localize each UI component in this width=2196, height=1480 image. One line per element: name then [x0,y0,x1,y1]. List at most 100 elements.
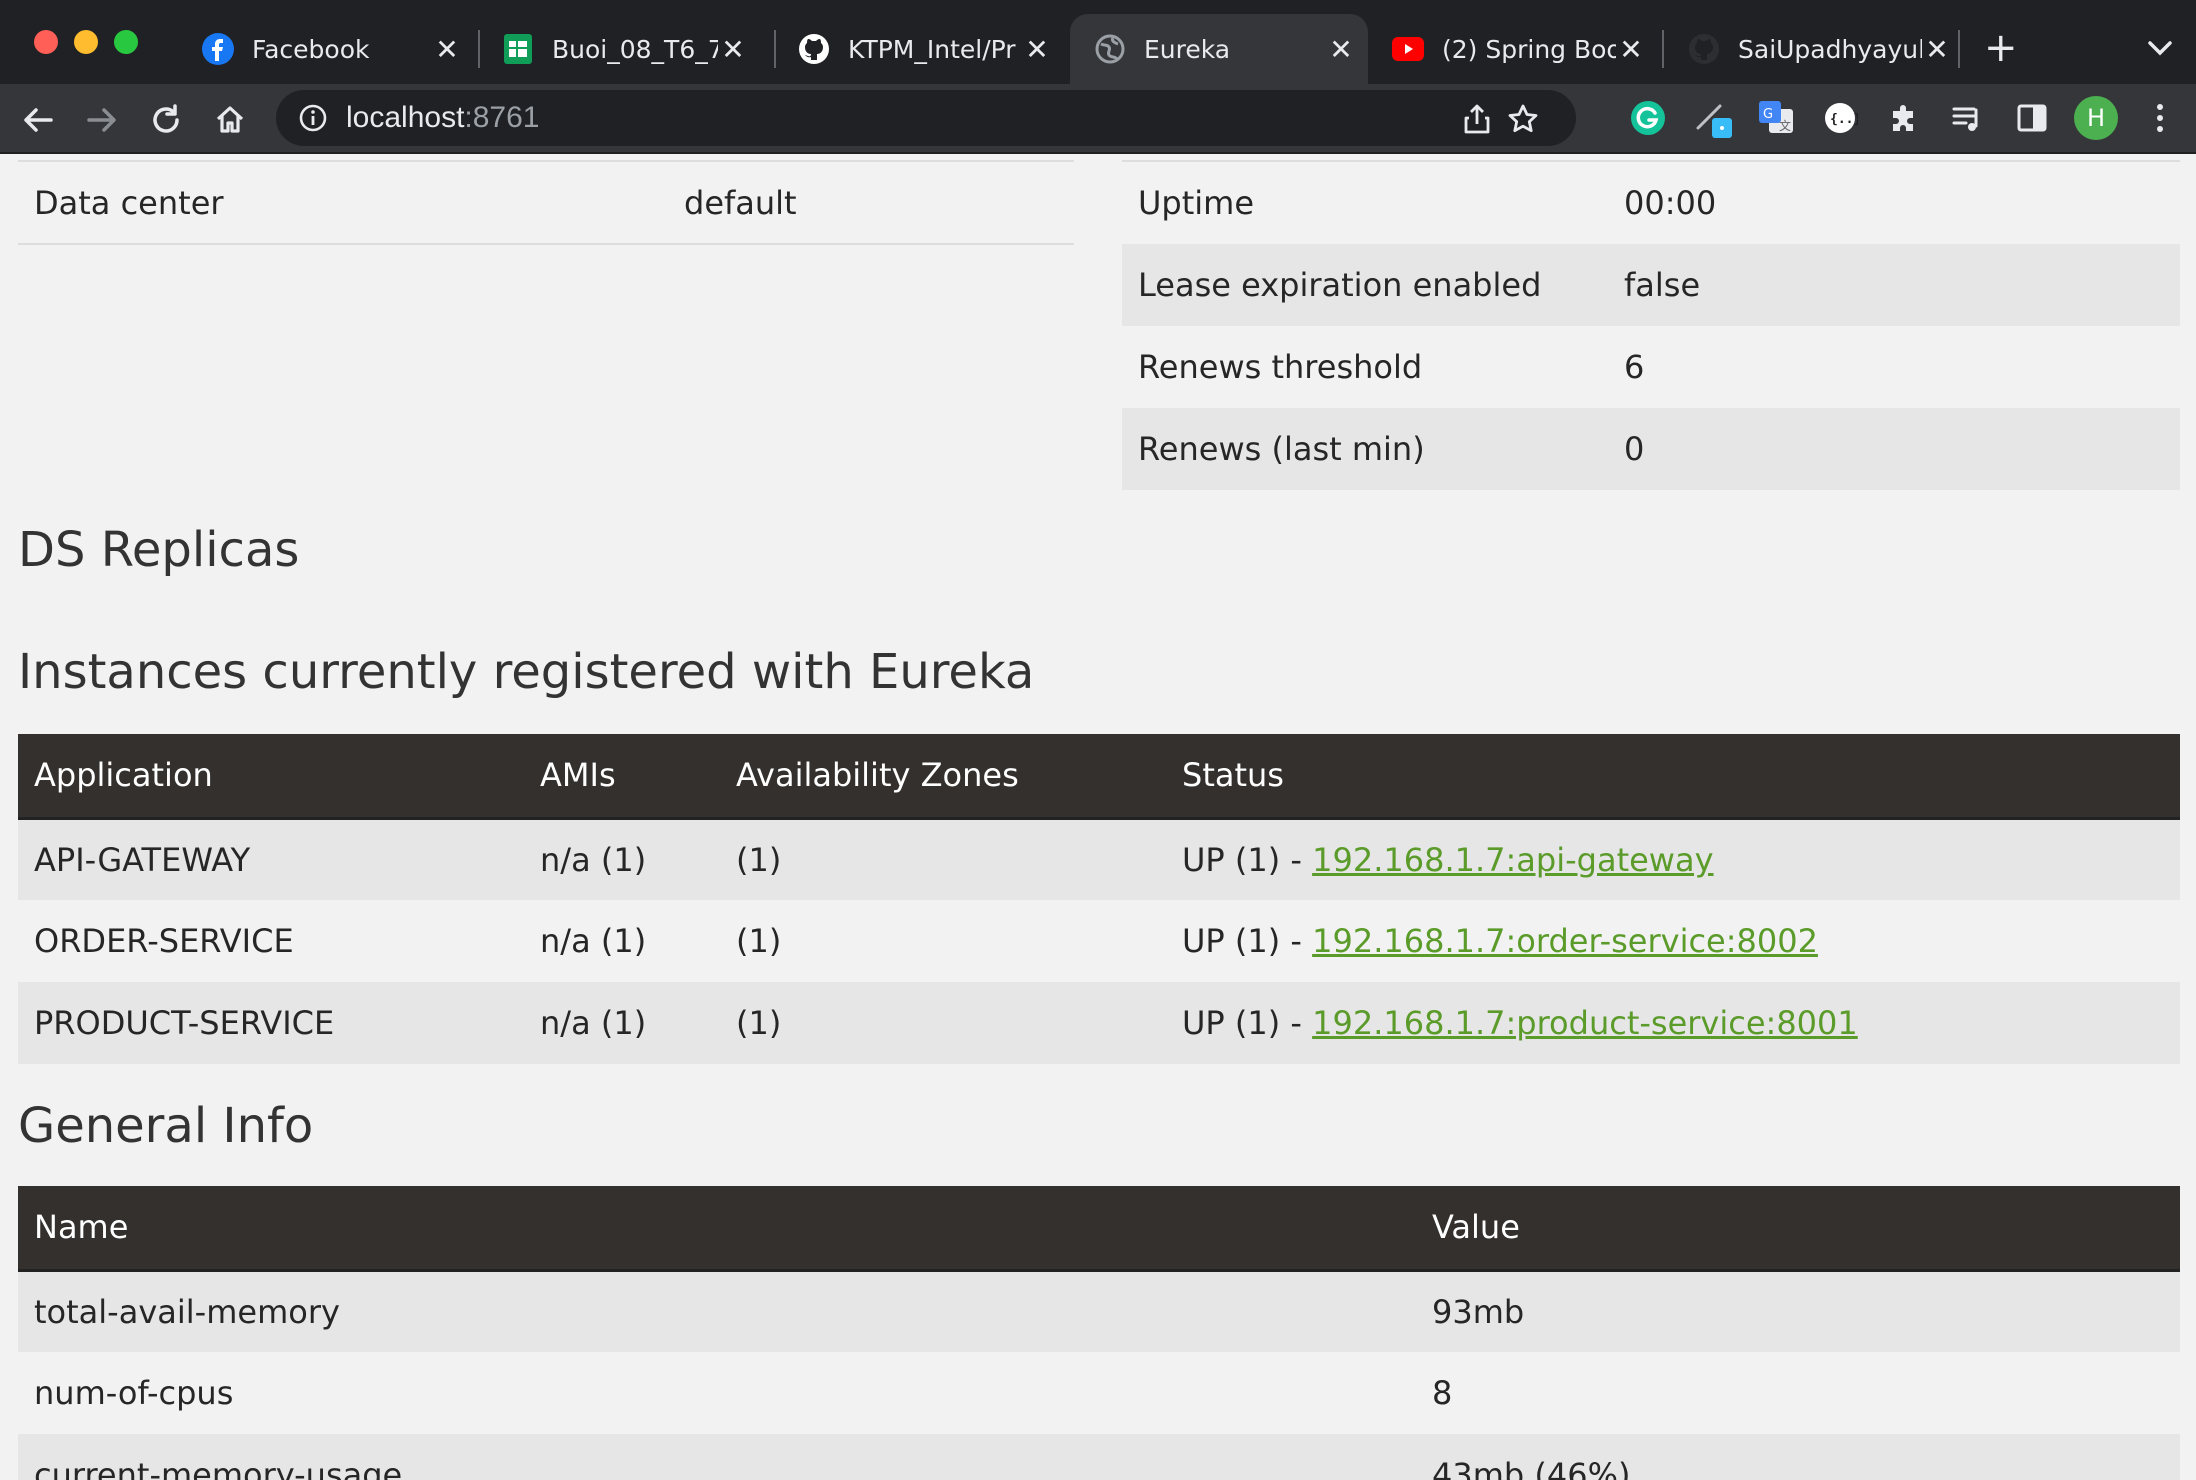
system-status-left-table: Data center default [18,162,1074,245]
svg-text:文: 文 [1779,118,1791,133]
zones-cell: (1) [720,982,1166,1064]
facebook-icon [202,33,234,65]
status-prefix: UP (1) - [1182,840,1313,879]
code-extension-icon[interactable]: {..} [1820,98,1860,138]
application-cell: API-GATEWAY [18,818,524,900]
table-row: Lease expiration enabled false [1122,244,2180,326]
status-prefix: UP (1) - [1182,922,1313,960]
zones-cell: (1) [720,900,1166,982]
status-value: 0 [1624,430,1645,468]
amis-cell: n/a (1) [524,818,720,900]
status-value: default [684,183,797,222]
info-value: 43mb (46%) [1416,1434,2180,1480]
column-header: AMIs [524,734,720,820]
status-value: false [1624,266,1701,304]
google-sheets-icon [502,33,534,65]
table-row: Data center default [18,162,1074,244]
table-row: Uptime 00:00 [1122,162,2180,244]
svg-text:G: G [1763,107,1773,122]
status-prefix: UP (1) - [1182,1004,1313,1042]
arrow-right-icon [87,108,116,132]
info-name: num-of-cpus [18,1352,1416,1434]
tab-google-sheets[interactable]: Buoi_08_T6_7 ✕ [478,14,760,84]
info-name: current-memory-usage [18,1434,1416,1480]
close-tab-icon[interactable]: ✕ [718,33,748,66]
extensions-puzzle-icon[interactable] [1884,98,1924,138]
column-header: Status [1166,734,2180,820]
status-cell: UP (1) - 192.168.1.7:product-service:800… [1166,982,2180,1064]
info-value: 93mb [1416,1270,2180,1352]
close-tab-icon[interactable]: ✕ [1616,33,1646,66]
tab-title: SaiUpadhyayul [1738,34,1922,64]
address-bar[interactable]: localhost:8761 [276,90,1576,146]
general-info-table: Name Value total-avail-memory 93mb num-o… [18,1186,2180,1480]
profile-initial: H [2086,104,2106,132]
tab-youtube[interactable]: (2) Spring Boo ✕ [1368,14,1658,84]
reload-button[interactable] [146,100,186,140]
reload-icon [153,104,179,133]
amis-cell: n/a (1) [524,982,720,1064]
google-translate-icon[interactable]: G文 [1756,98,1796,138]
instance-link[interactable]: 192.168.1.7:order-service:8002 [1312,922,1818,960]
site-info-icon[interactable] [298,103,328,133]
maximize-window-button[interactable] [114,30,138,54]
status-value: 00:00 [1624,184,1717,222]
status-name: Renews (last min) [1138,430,1425,468]
table-row: Renews (last min) 0 [1122,408,2180,490]
tab-eureka[interactable]: Eureka ✕ [1070,14,1368,84]
table-row: ORDER-SERVICE n/a (1) (1) UP (1) - 192.1… [18,900,2180,982]
instance-link[interactable]: 192.168.1.7:api-gateway [1312,841,1713,879]
tab-facebook[interactable]: Facebook ✕ [178,14,474,84]
profile-avatar[interactable]: H [2074,96,2118,140]
table-row: num-of-cpus 8 [18,1352,2180,1434]
status-name: Lease expiration enabled [1138,266,1542,304]
tab-title: (2) Spring Boo [1442,34,1616,64]
browser-tab-bar: Facebook ✕ Buoi_08_T6_7 ✕ KTPM_Intel/Pr … [0,0,2196,84]
github-icon [1688,33,1720,65]
grammarly-icon[interactable] [1628,98,1668,138]
column-header: Availability Zones [720,734,1166,820]
home-icon [216,106,244,133]
table-row: current-memory-usage 43mb (46%) [18,1434,2180,1480]
status-name: Data center [34,183,224,222]
instances-heading: Instances currently registered with Eure… [18,644,1035,700]
url-port: :8761 [464,101,540,134]
github-icon [798,33,830,65]
info-name: total-avail-memory [18,1270,1416,1352]
tab-github-sai[interactable]: SaiUpadhyayul ✕ [1664,14,1964,84]
side-panel-icon[interactable] [2012,98,2052,138]
general-info-heading: General Info [18,1098,314,1154]
back-button[interactable] [18,100,58,140]
column-header: Value [1416,1186,2180,1272]
color-picker-extension-icon[interactable] [1694,98,1734,138]
minimize-window-button[interactable] [74,30,98,54]
tab-github-ktpm[interactable]: KTPM_Intel/Pr ✕ [774,14,1064,84]
instance-link[interactable]: 192.168.1.7:product-service:8001 [1312,1004,1858,1042]
bookmark-star-icon[interactable] [1506,102,1540,136]
close-tab-icon[interactable]: ✕ [1326,33,1356,66]
url-host: localhost [346,101,465,134]
application-cell: ORDER-SERVICE [18,900,524,982]
media-queue-icon[interactable] [1948,98,1988,138]
youtube-icon [1392,33,1424,65]
info-value: 8 [1416,1352,2180,1434]
tab-search-chevron-icon[interactable] [2140,28,2180,72]
share-icon[interactable] [1460,102,1494,136]
new-tab-button[interactable]: + [1984,24,2018,72]
kebab-menu-icon[interactable] [2140,98,2180,138]
table-row: PRODUCT-SERVICE n/a (1) (1) UP (1) - 192… [18,982,2180,1064]
globe-icon [1094,33,1126,65]
instances-table: Application AMIs Availability Zones Stat… [18,734,2180,1064]
zones-cell: (1) [720,818,1166,900]
column-header: Application [18,734,524,820]
tab-title: Facebook [252,34,370,64]
close-window-button[interactable] [34,30,58,54]
forward-button[interactable] [82,100,122,140]
home-button[interactable] [210,100,250,140]
status-cell: UP (1) - 192.168.1.7:order-service:8002 [1166,900,2180,982]
close-tab-icon[interactable]: ✕ [1022,33,1052,66]
close-tab-icon[interactable]: ✕ [432,33,462,66]
tab-title: KTPM_Intel/Pr [848,34,1016,64]
table-row: total-avail-memory 93mb [18,1270,2180,1352]
close-tab-icon[interactable]: ✕ [1922,33,1952,66]
